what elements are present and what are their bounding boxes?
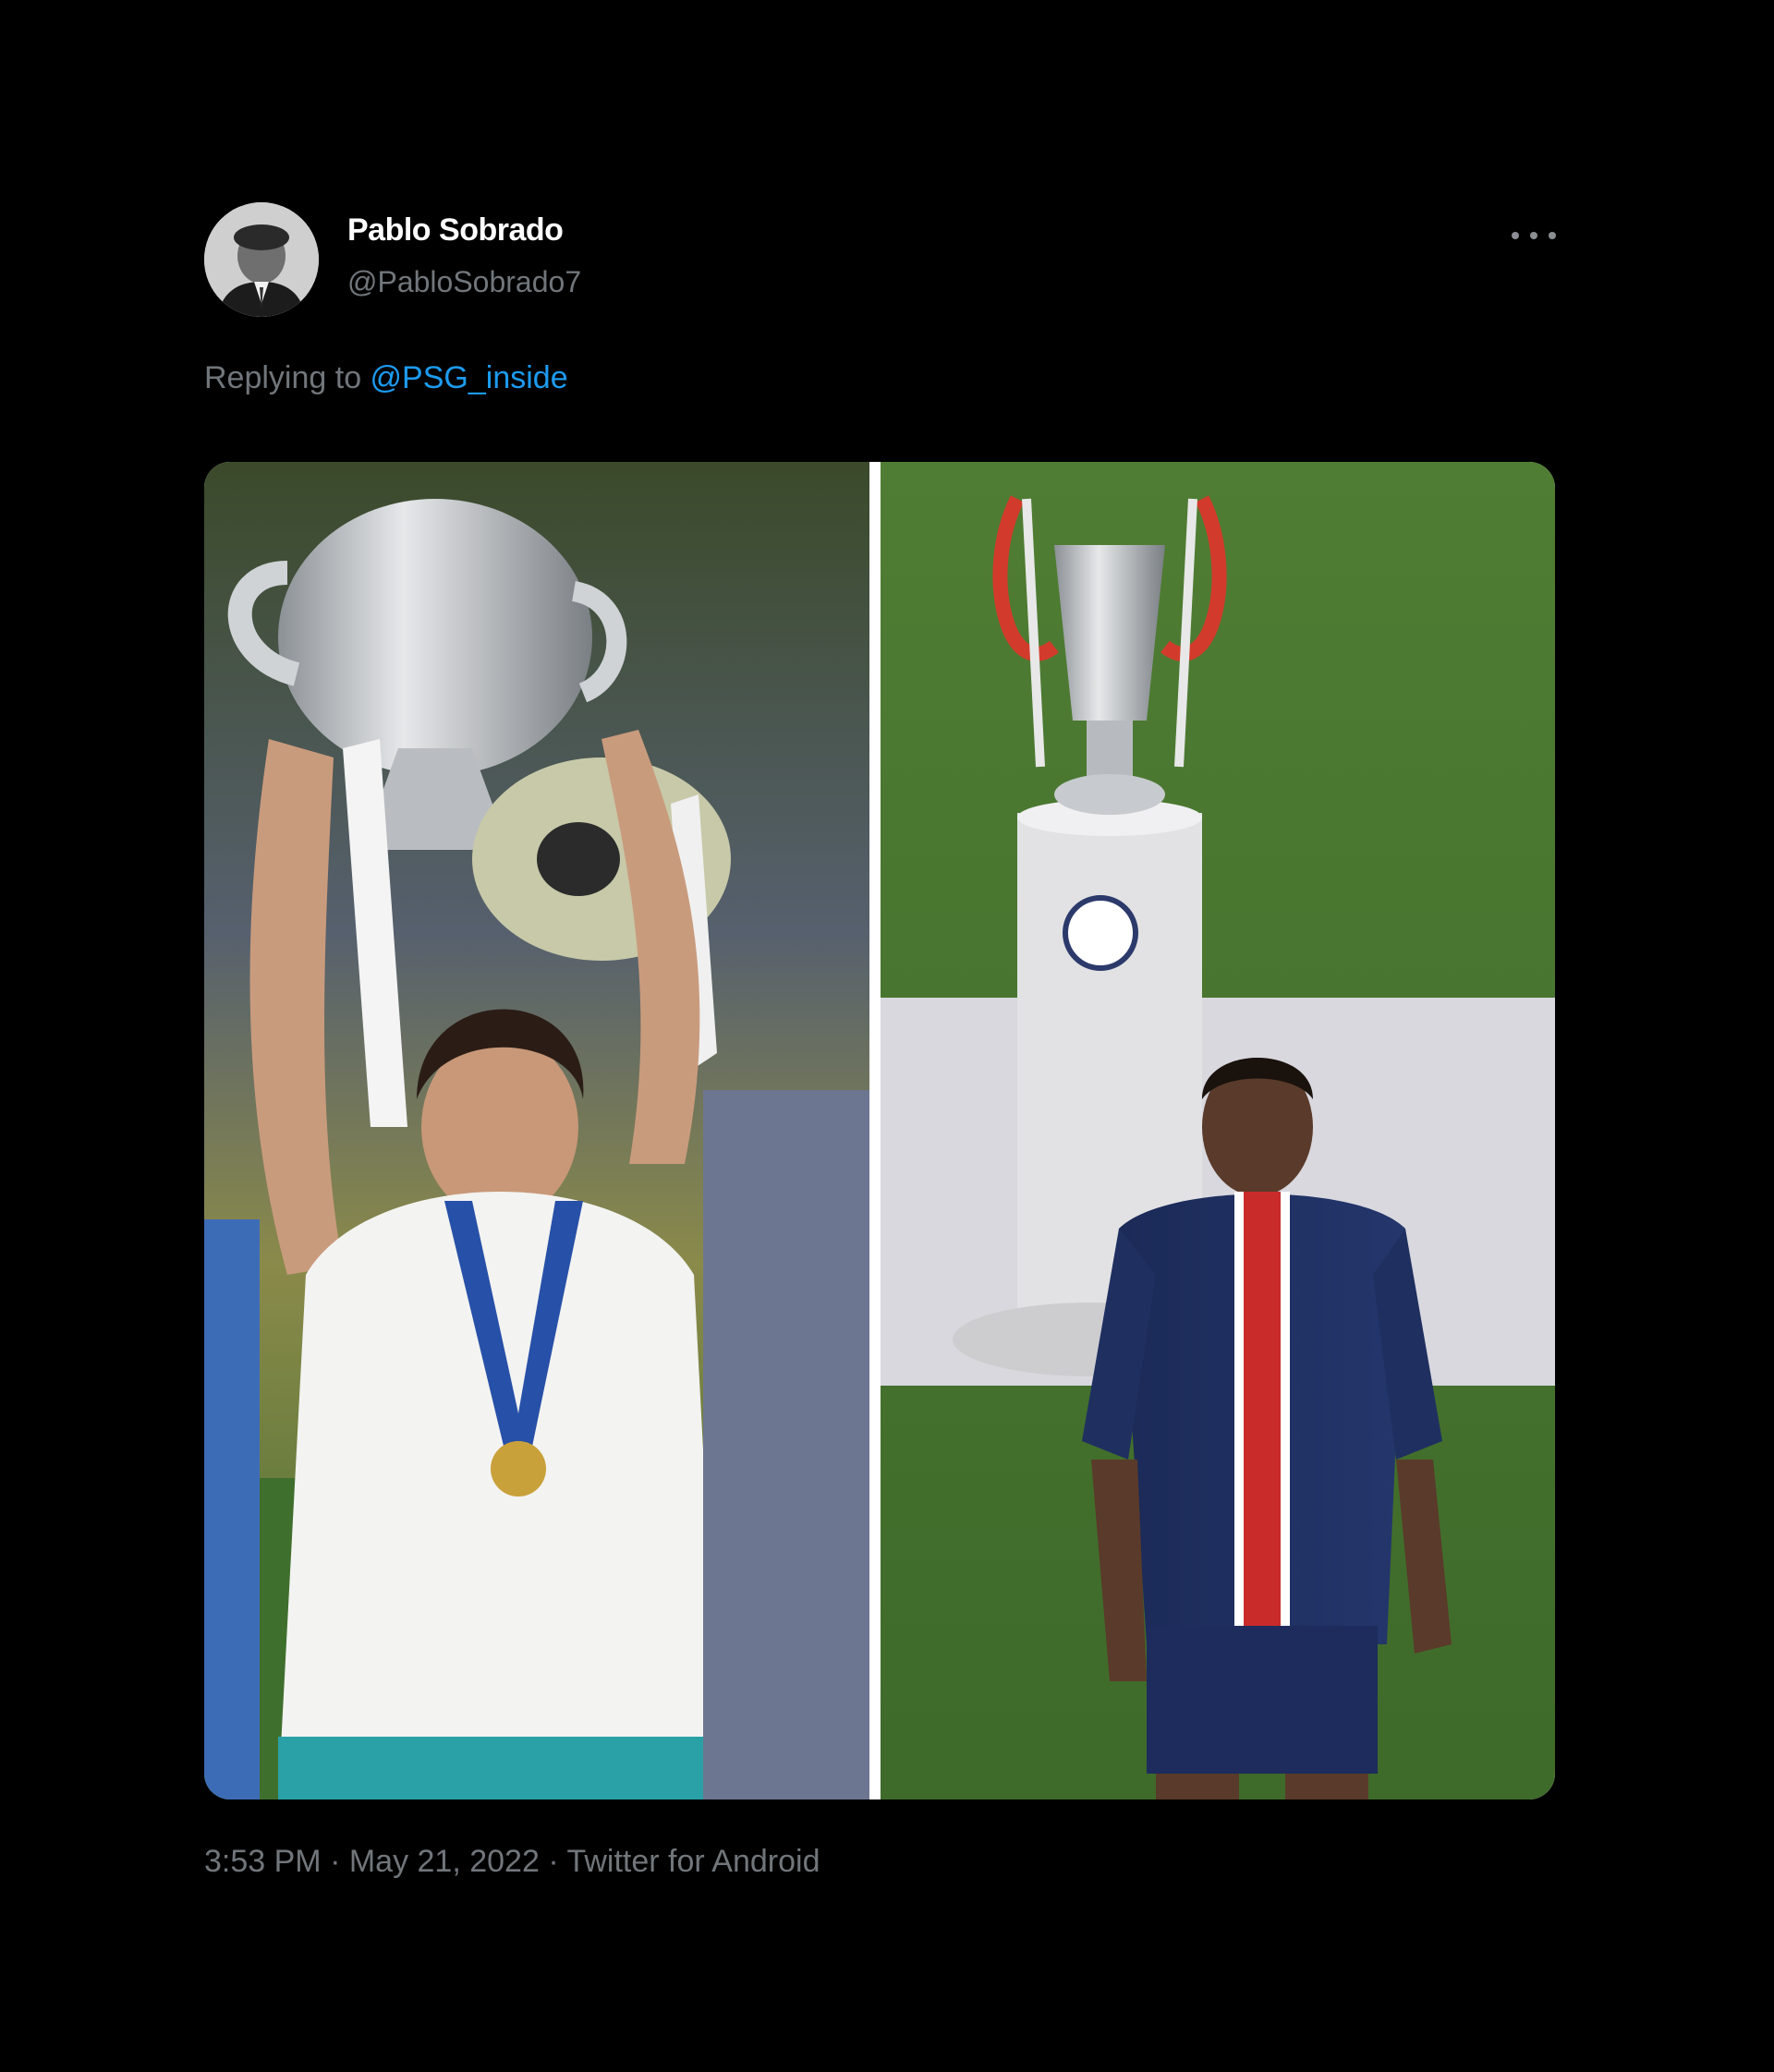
profile-photo: [204, 202, 319, 317]
meta-separator: ·: [321, 1844, 349, 1879]
meta-separator: ·: [539, 1844, 567, 1879]
more-options-icon[interactable]: [1512, 222, 1556, 249]
player-lifting-trophy-photo: [204, 462, 869, 1799]
replying-to: Replying to @PSG_inside: [204, 360, 568, 396]
tweet-media[interactable]: [204, 462, 1555, 1799]
tweet: Pablo Sobrado @PabloSobrado7 Replying to…: [0, 0, 1774, 2072]
author-display-name[interactable]: Pablo Sobrado: [347, 212, 564, 248]
tweet-metadata: 3:53 PM · May 21, 2022 · Twitter for And…: [204, 1844, 820, 1880]
tweet-source-link[interactable]: Twitter for Android: [566, 1844, 820, 1879]
media-image: [204, 462, 1555, 1799]
avatar[interactable]: [204, 202, 319, 317]
player-walking-past-trophy-photo: [881, 462, 1555, 1799]
author-handle[interactable]: @PabloSobrado7: [347, 265, 581, 299]
replying-to-label: Replying to: [204, 360, 371, 395]
tweet-date[interactable]: May 21, 2022: [349, 1844, 540, 1879]
tweet-time[interactable]: 3:53 PM: [204, 1844, 322, 1879]
reply-mention-link[interactable]: @PSG_inside: [371, 360, 568, 395]
